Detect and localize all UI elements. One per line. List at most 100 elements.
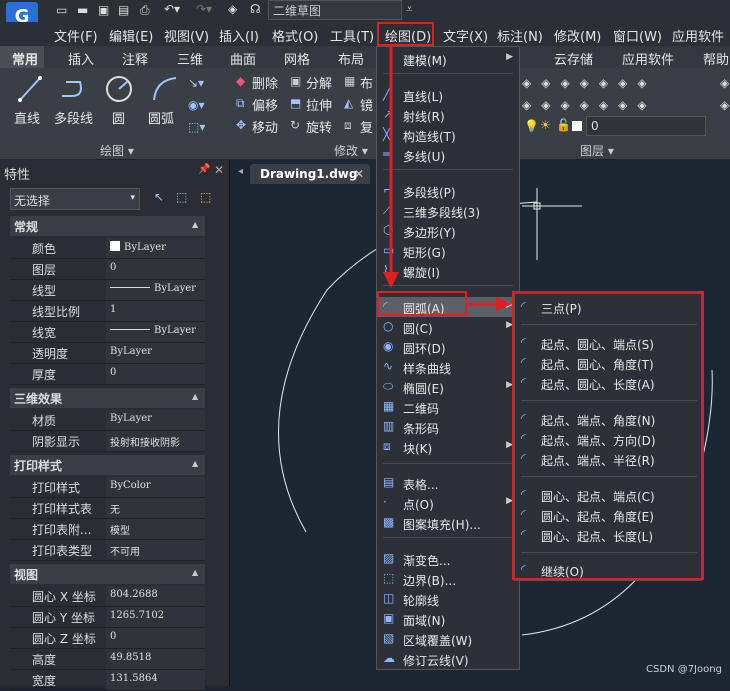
prop-section-header[interactable]: 常规 (10, 216, 205, 236)
line-tool-label[interactable]: 直线 (14, 108, 40, 127)
collapse-icon[interactable]: ▲ (192, 568, 198, 577)
prop-row[interactable]: 材质 ByLayer (10, 410, 205, 431)
customize-qa-icon[interactable]: ⩡ (406, 2, 413, 17)
draw-menu-item[interactable]: ⟋ 三维多段线(3) (377, 201, 519, 221)
collapse-icon[interactable]: ▲ (192, 220, 198, 229)
draw-menu-item[interactable]: ╱ 直线(L) (377, 85, 519, 105)
circle-tool-icon[interactable] (104, 74, 134, 104)
menu-app-software[interactable]: 应用软件 (672, 26, 724, 45)
draw-menu-item[interactable]: ◉ 圆环(D) (377, 337, 519, 357)
mirror-button-partial[interactable]: 镜 (360, 95, 373, 114)
prop-section-header[interactable]: 打印样式 (10, 455, 205, 475)
undo-icon[interactable]: ↶▾ (164, 2, 180, 16)
layer-select[interactable]: 0 (586, 116, 706, 136)
prop-value[interactable]: ByLayer (106, 238, 205, 258)
draw-menu-item[interactable]: ☁ 修订云线(V) (377, 649, 519, 669)
draw-menu-item[interactable]: ○ 圆(C) ▶ (377, 317, 519, 337)
sun-icon[interactable]: ☀ (540, 118, 551, 132)
prop-row[interactable]: 阴影显示 投射和接收阴影 (10, 431, 205, 452)
draw-menu-item[interactable]: ╳ 构造线(T) (377, 125, 519, 145)
menu-modify[interactable]: 修改(M) (554, 26, 601, 45)
tab-mesh[interactable]: 网格 (284, 49, 310, 68)
collapse-icon[interactable]: ▲ (192, 392, 198, 401)
bulb-icon[interactable]: 💡 (524, 119, 539, 133)
prop-row[interactable]: 圆心 Z 坐标 0 (10, 628, 205, 649)
redo-icon[interactable]: ↷▾ (196, 2, 212, 16)
tab-surface[interactable]: 曲面 (230, 49, 256, 68)
arc-tool-icon[interactable] (150, 74, 180, 104)
menu-format[interactable]: 格式(O) (272, 26, 318, 45)
prop-value[interactable]: 1 (106, 301, 205, 321)
prop-value[interactable]: 0 (106, 259, 205, 279)
headset-icon[interactable]: ☊ (250, 2, 261, 16)
prop-value[interactable]: 49.8518 (106, 649, 205, 669)
prop-row[interactable]: 打印样式表 无 (10, 498, 205, 519)
draw-menu-item[interactable]: ⬡ 多边形(Y) (377, 221, 519, 241)
draw-menu-item[interactable]: ∿ 样条曲线 (377, 357, 519, 377)
offset-button[interactable]: 偏移 (252, 95, 278, 114)
prop-row[interactable]: 线型 ByLayer (10, 280, 205, 301)
draw-menu-item[interactable]: ▧ 区域覆盖(W) (377, 629, 519, 649)
prop-value[interactable]: 804.2688 (106, 586, 205, 606)
prop-value[interactable]: 不可用 (106, 540, 205, 560)
menu-file[interactable]: 文件(F) (54, 26, 98, 45)
tab-cloud[interactable]: 云存储 (554, 49, 593, 68)
layer-group-label[interactable]: 图层 ▾ (580, 142, 614, 159)
collapse-icon[interactable]: ▲ (192, 459, 198, 468)
draw-extra-icons[interactable]: ↘▾ ◉▾ ⬚▾ (188, 72, 205, 138)
arc-tool-label[interactable]: 圆弧 (148, 108, 174, 127)
tab-app-software[interactable]: 应用软件 (622, 49, 674, 68)
draw-menu-item[interactable]: ▤ 表格... (377, 473, 519, 493)
move-button[interactable]: 移动 (252, 117, 278, 136)
ribbon-right-icons[interactable]: ◈ ◈ (720, 72, 729, 116)
prop-value[interactable]: ByLayer (106, 322, 205, 342)
tab-annotate[interactable]: 注释 (122, 49, 148, 68)
prop-value[interactable]: 131.5864 (106, 670, 205, 690)
draw-menu-item[interactable]: ═ 多线(U) (377, 145, 519, 165)
tab-insert[interactable]: 插入 (68, 49, 94, 68)
menu-insert[interactable]: 插入(I) (219, 26, 259, 45)
line-tool-icon[interactable] (16, 74, 44, 104)
explode-button[interactable]: 分解 (306, 73, 332, 92)
workspace-select[interactable]: 二维草图 (268, 0, 402, 20)
prop-row[interactable]: 打印表附... 模型 (10, 519, 205, 540)
prop-section-header[interactable]: 视图 (10, 564, 205, 584)
tab-help[interactable]: 帮助 (703, 49, 729, 68)
draw-menu-item[interactable]: ▩ 图案填充(H)... (377, 513, 519, 533)
prop-row[interactable]: 颜色 ByLayer (10, 238, 205, 259)
draw-menu-item[interactable]: ⬭ 椭圆(E) ▶ (377, 377, 519, 397)
prop-value[interactable]: ByLayer (106, 410, 205, 430)
draw-menu-item[interactable]: ▦ 二维码 (377, 397, 519, 417)
prop-row[interactable]: 宽度 131.5864 (10, 670, 205, 691)
canvas-scroll-arrow-icon[interactable]: ◂ (238, 166, 243, 177)
prop-value[interactable]: 无 (106, 498, 205, 518)
erase-button[interactable]: 删除 (252, 73, 278, 92)
prop-row[interactable]: 圆心 X 坐标 804.2688 (10, 586, 205, 607)
new-file-icon[interactable]: ▭ (56, 3, 67, 17)
prop-row[interactable]: 打印表类型 不可用 (10, 540, 205, 561)
draw-menu-item[interactable]: ◫ 轮廓线 (377, 589, 519, 609)
prop-value[interactable]: ByColor (106, 477, 205, 497)
menu-view[interactable]: 视图(V) (164, 26, 209, 45)
prop-value[interactable]: 投射和接收阴影 (106, 431, 205, 451)
draw-menu-item[interactable]: ▨ 渐变色... (377, 549, 519, 569)
polyline-tool-label[interactable]: 多段线 (54, 108, 93, 127)
draw-menu-item[interactable]: ▣ 面域(N) (377, 609, 519, 629)
draw-menu-item[interactable]: · 点(O) ▶ (377, 493, 519, 513)
menu-dimension[interactable]: 标注(N) (497, 26, 543, 45)
prop-section-header[interactable]: 三维效果 (10, 388, 205, 408)
layer-icons[interactable]: ◈◈◈◈◈◈◈ ◈◈◈◈◈◈◈ (522, 72, 657, 116)
prop-row[interactable]: 厚度 0 (10, 364, 205, 385)
open-file-icon[interactable]: ▬ (77, 3, 88, 17)
print-icon[interactable]: ⎙ (140, 3, 150, 18)
draw-menu-item[interactable]: 建模(M) ▶ (377, 49, 519, 69)
menu-tools[interactable]: 工具(T) (330, 26, 374, 45)
prop-value[interactable]: 1265.7102 (106, 607, 205, 627)
tab-layout[interactable]: 布局 (338, 49, 364, 68)
save-icon[interactable]: ▣ (98, 3, 109, 17)
stretch-button[interactable]: 拉伸 (306, 95, 332, 114)
polyline-tool-icon[interactable] (58, 74, 88, 104)
draw-menu-item[interactable]: ⧈ 块(K) ▶ (377, 437, 519, 457)
draw-menu-item[interactable]: ↗ 射线(R) (377, 105, 519, 125)
prop-value[interactable]: ByLayer (106, 280, 205, 300)
